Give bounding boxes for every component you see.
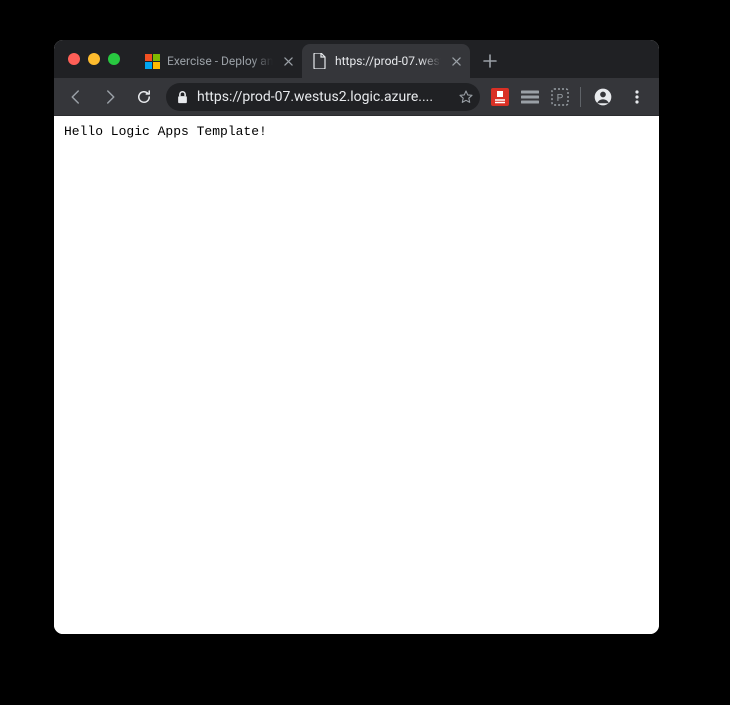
tab-prod07[interactable]: https://prod-07.westus2.logic xyxy=(302,44,470,78)
extension-icon-1[interactable] xyxy=(486,83,514,111)
bookmark-star-icon[interactable] xyxy=(458,89,474,105)
address-bar[interactable]: https://prod-07.westus2.logic.azure.... xyxy=(166,83,480,111)
window-controls xyxy=(64,40,128,78)
back-button[interactable] xyxy=(60,81,92,113)
tab-strip: Exercise - Deploy and export https://pro… xyxy=(54,40,659,78)
window-maximize-button[interactable] xyxy=(108,53,120,65)
extension-icon-3[interactable]: P xyxy=(546,83,574,111)
microsoft-logo-icon xyxy=(144,53,160,69)
menu-button[interactable] xyxy=(621,81,653,113)
new-tab-button[interactable] xyxy=(476,47,504,75)
tab-exercise-deploy[interactable]: Exercise - Deploy and export xyxy=(134,44,302,78)
tab-close-button[interactable] xyxy=(280,53,296,69)
tab-title: Exercise - Deploy and export xyxy=(167,54,273,68)
svg-text:P: P xyxy=(557,93,564,104)
tabs-container: Exercise - Deploy and export https://pro… xyxy=(128,44,659,78)
tab-close-button[interactable] xyxy=(448,53,464,69)
toolbar: https://prod-07.westus2.logic.azure.... … xyxy=(54,78,659,116)
window-close-button[interactable] xyxy=(68,53,80,65)
window-minimize-button[interactable] xyxy=(88,53,100,65)
lock-icon xyxy=(176,90,189,104)
forward-button[interactable] xyxy=(94,81,126,113)
profile-button[interactable] xyxy=(587,81,619,113)
page-body-text: Hello Logic Apps Template! xyxy=(64,124,267,139)
url-text: https://prod-07.westus2.logic.azure.... xyxy=(197,89,450,105)
browser-window: Exercise - Deploy and export https://pro… xyxy=(54,40,659,634)
extension-icon-2[interactable] xyxy=(516,83,544,111)
page-icon xyxy=(312,53,328,69)
reload-button[interactable] xyxy=(128,81,160,113)
page-content: Hello Logic Apps Template! xyxy=(54,116,659,634)
tab-title: https://prod-07.westus2.logic xyxy=(335,54,441,68)
toolbar-divider xyxy=(580,87,581,107)
